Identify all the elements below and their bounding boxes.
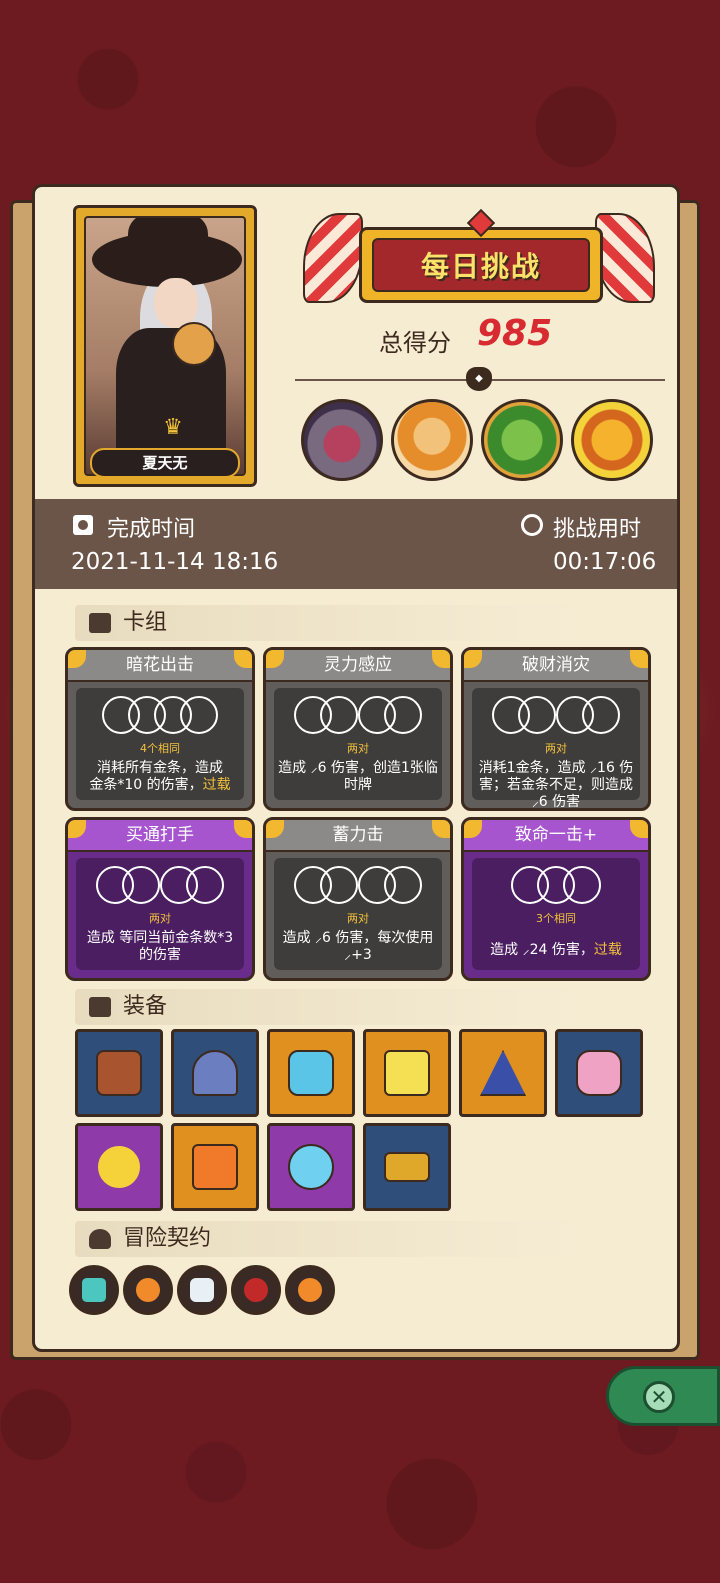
card-title: 蓄力击 (266, 820, 450, 852)
card-pattern: 两对 (347, 742, 369, 755)
moon-star-icon[interactable] (75, 1123, 163, 1211)
fire-burst-icon[interactable] (123, 1265, 173, 1315)
card-description: 消耗1金条，造成 ⸝16 伤害；若金条不足，则造成 ⸝6 伤害 (478, 760, 634, 810)
contract-section-header: 冒险契约 (75, 1221, 641, 1257)
card-anhua-chuji[interactable]: 暗花出击 4个相同 消耗所有金条，造成 金条*10 的伤害，过载 (65, 647, 255, 811)
goblin-king-icon[interactable] (481, 399, 563, 481)
pharaoh-boss-icon[interactable] (391, 399, 473, 481)
film-icon (73, 515, 93, 535)
banner-horn-left (303, 213, 363, 303)
score-value: 985 (477, 313, 553, 354)
duration-label: 挑战用时 (553, 517, 642, 542)
fire-burst-icon[interactable] (285, 1265, 335, 1315)
card-description: 造成 ⸝24 伤害，过载 (490, 942, 622, 958)
gold-belt-icon[interactable] (363, 1123, 451, 1211)
card-title: 买通打手 (68, 820, 252, 852)
pink-gem-icon[interactable] (555, 1029, 643, 1117)
banner-title: 每日挑战 (372, 238, 590, 292)
close-icon[interactable]: ✕ (643, 1381, 675, 1413)
tiki-mask-icon[interactable] (75, 1029, 163, 1117)
gold-dice-icon[interactable] (363, 1029, 451, 1117)
card-pattern: 两对 (545, 742, 567, 755)
close-tab[interactable]: ✕ (606, 1366, 720, 1426)
horned-helmet-icon[interactable] (171, 1029, 259, 1117)
stone-golem-icon[interactable] (301, 399, 383, 481)
gear-dice-icon[interactable] (177, 1265, 227, 1315)
info-bar: 完成时间 2021-11-14 18:16 挑战用时 00:17:06 (35, 499, 677, 589)
card-pattern: 两对 (149, 912, 171, 925)
box-icon (89, 997, 111, 1017)
orange-dice-icon[interactable] (171, 1123, 259, 1211)
boss-skull-icon: ◆ (466, 367, 492, 391)
character-art: ♛ (84, 216, 246, 476)
crown-icon: ♛ (163, 415, 183, 440)
card-description: 消耗所有金条，造成 金条*10 的伤害，过载 (89, 760, 231, 793)
finish-time-label: 完成时间 (107, 517, 196, 542)
score-label: 总得分 (379, 329, 451, 357)
person-icon (89, 1229, 111, 1249)
cards-icon (89, 613, 111, 633)
card-title: 暗花出击 (68, 650, 252, 682)
crystal-shield-icon[interactable] (267, 1029, 355, 1117)
stopwatch-icon (521, 514, 543, 536)
card-maitong-dashou[interactable]: 买通打手 两对 造成 等同当前金条数*3 的伤害 (65, 817, 255, 981)
contract-section-label: 冒险契约 (123, 1226, 212, 1251)
dice-slots (76, 696, 244, 736)
equipment-section-label: 装备 (123, 994, 168, 1019)
dice-slots (472, 866, 640, 906)
finish-time-value: 2021-11-14 18:16 (71, 549, 279, 575)
card-title: 破财消灾 (464, 650, 648, 682)
daily-challenge-banner: 每日挑战 (359, 227, 603, 303)
card-title: 致命一击+ (464, 820, 648, 852)
card-description: 造成 ⸝6 伤害，创造1张临时牌 (278, 760, 438, 793)
card-lingli-ganying[interactable]: 灵力感应 两对 造成 ⸝6 伤害，创造1张临时牌 (263, 647, 453, 811)
deck-section-header: 卡组 (75, 605, 641, 641)
deck-section-label: 卡组 (123, 610, 168, 635)
dice-slots (274, 866, 442, 906)
card-pattern: 4个相同 (140, 742, 180, 755)
sun-pumpkin-icon[interactable] (571, 399, 653, 481)
red-rune-icon[interactable] (231, 1265, 281, 1315)
card-pocai-xiaozai[interactable]: 破财消灾 两对 消耗1金条，造成 ⸝16 伤害；若金条不足，则造成 ⸝6 伤害 (461, 647, 651, 811)
dice-slots (274, 696, 442, 736)
duration-value: 00:17:06 (553, 549, 657, 575)
character-name: 夏天无 (90, 448, 240, 478)
card-pattern: 3个相同 (536, 912, 576, 925)
card-title: 灵力感应 (266, 650, 450, 682)
triangle-gem-icon[interactable] (459, 1029, 547, 1117)
dice-slots (76, 866, 244, 906)
card-description: 造成 等同当前金条数*3 的伤害 (86, 930, 234, 963)
card-pattern: 两对 (347, 912, 369, 925)
dice-slots (472, 696, 640, 736)
challenge-result-panel: ♛ 夏天无 每日挑战 总得分 985 ◆ 完成时间 2021-11-14 18:… (32, 184, 680, 1352)
crystal-icon[interactable] (69, 1265, 119, 1315)
card-description: 造成 ⸝6 伤害，每次使用 ⸝+3 (282, 930, 434, 963)
card-xuli-ji[interactable]: 蓄力击 两对 造成 ⸝6 伤害，每次使用 ⸝+3 (263, 817, 453, 981)
diamond-ring-icon[interactable] (267, 1123, 355, 1211)
banner-horn-right (595, 213, 655, 303)
card-zhiming-yiji[interactable]: 致命一击+ 3个相同 造成 ⸝24 伤害，过载 (461, 817, 651, 981)
equipment-section-header: 装备 (75, 989, 641, 1025)
character-portrait[interactable]: ♛ 夏天无 (73, 205, 257, 487)
